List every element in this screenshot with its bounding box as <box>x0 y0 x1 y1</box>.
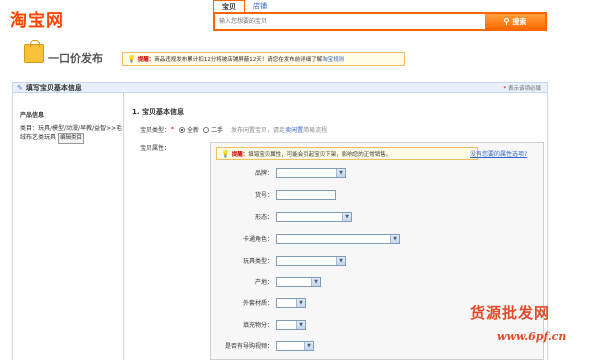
field-label: 卡通角色： <box>242 236 273 243</box>
field-brand: 品牌： ▼ <box>210 167 410 178</box>
required-legend-text: 表示该项必填 <box>507 85 541 92</box>
shape-select[interactable]: ▼ <box>276 211 352 222</box>
notice-text: 商品违规发布累计扣12分将被店铺屏蔽12天！请您在发布前详细了解 <box>154 57 323 63</box>
chevron-down-icon: ▼ <box>336 256 345 265</box>
radio-used[interactable] <box>203 126 210 133</box>
missing-attribute-link[interactable]: 没有您要的属性选项? <box>470 149 527 158</box>
field-filling: 填充物分： ▼ <box>210 319 410 330</box>
field-label: 货号： <box>254 192 273 199</box>
origin-select[interactable]: ▼ <box>276 276 321 287</box>
category-path: 类目：玩具/模型/动漫/早教/益智>>毛绒布艺类玩具 编辑类目 <box>20 124 124 144</box>
chevron-down-icon: ▼ <box>296 298 305 307</box>
brand-select[interactable]: ▼ <box>276 167 346 178</box>
idle-hint-tail: 简易流程 <box>303 127 328 134</box>
field-label: 产地： <box>254 279 273 286</box>
edit-category-button[interactable]: 编辑类目 <box>57 133 84 144</box>
chevron-down-icon: ▼ <box>342 212 351 221</box>
attributes-label: 宝贝属性： <box>140 145 171 152</box>
idle-hint-text: 发布闲置宝贝，请走 <box>231 127 286 134</box>
search-button[interactable]: ⚲ 搜索 <box>485 14 545 29</box>
required-legend: * 表示该项必填 <box>503 85 541 92</box>
taobao-logo[interactable]: 淘宝网 <box>10 6 64 31</box>
product-info-title: 产品信息 <box>20 112 45 119</box>
search-button-label: 搜索 <box>512 18 527 26</box>
tab-baobei[interactable]: 宝贝 <box>213 0 245 12</box>
filling-select[interactable]: ▼ <box>276 319 306 330</box>
search-icon: ⚲ <box>503 17 510 26</box>
field-origin: 产地： ▼ <box>210 276 410 287</box>
field-toy-type: 玩具类型： ▼ <box>210 255 410 266</box>
field-video: 是否有导购视频： ▼ <box>210 340 410 351</box>
lightbulb-icon: 💡 <box>221 149 230 158</box>
toy-type-select[interactable]: ▼ <box>276 255 346 266</box>
lightbulb-icon: 💡 <box>127 55 136 63</box>
field-label: 玩具类型： <box>242 258 273 265</box>
field-label: 填充物分： <box>242 322 273 329</box>
rules-notice: 💡 提醒： 商品违规发布累计扣12分将被店铺屏蔽12天！请您在发布前详细了解 淘… <box>122 52 405 66</box>
field-shape: 形态： ▼ <box>210 211 410 222</box>
field-character: 卡通角色： ▼ <box>210 233 410 244</box>
attr-notice-text: 填错宝贝属性，可能会引起宝贝下架，影响您的正常销售。 <box>248 151 392 158</box>
chevron-down-icon: ▼ <box>390 234 399 243</box>
idle-link[interactable]: 卖闲置 <box>285 127 303 134</box>
chevron-down-icon: ▼ <box>311 277 320 286</box>
chevron-down-icon: ▼ <box>296 320 305 329</box>
radio-used-label: 二手 <box>211 127 224 134</box>
item-no-input[interactable] <box>276 189 336 200</box>
basic-info-title: 1. 宝贝基本信息 <box>132 108 184 116</box>
page-title: 一口价发布 <box>48 52 103 65</box>
field-label: 品牌： <box>254 170 273 177</box>
field-label: 是否有导购视频： <box>224 343 273 350</box>
field-material: 外套材质： ▼ <box>210 297 410 308</box>
field-label: 形态： <box>254 214 273 221</box>
radio-new[interactable] <box>179 126 186 133</box>
search-box: ⚲ 搜索 <box>213 12 547 31</box>
attributes-notice: 💡 提醒： 填错宝贝属性，可能会引起宝贝下架，影响您的正常销售。 <box>216 147 478 160</box>
edit-icon: ✎ <box>17 83 23 92</box>
field-item-no: 货号： <box>210 189 410 200</box>
chevron-down-icon: ▼ <box>336 168 345 177</box>
chevron-down-icon: ▼ <box>304 341 313 350</box>
radio-new-label: 全新 <box>187 127 200 134</box>
item-type-label: 宝贝类型： <box>140 127 171 134</box>
search-tabs: 宝贝 店铺 <box>213 0 275 12</box>
attr-notice-label: 提醒： <box>231 151 249 158</box>
required-star: * <box>171 126 175 133</box>
field-label: 外套材质： <box>242 300 273 307</box>
tab-shop[interactable]: 店铺 <box>245 0 275 12</box>
search-input[interactable] <box>217 16 487 27</box>
watermark-url: www.6pf.cn <box>497 330 567 343</box>
section-title: 填写宝贝基本信息 <box>25 83 82 92</box>
watermark-title: 货源批发网 <box>470 304 551 322</box>
video-select[interactable]: ▼ <box>276 340 314 351</box>
idle-hint: 发布闲置宝贝，请走卖闲置简易流程 <box>231 125 327 134</box>
material-select[interactable]: ▼ <box>276 297 306 308</box>
shopping-bag-icon <box>24 40 44 63</box>
character-select[interactable]: ▼ <box>276 233 400 244</box>
notice-label: 提醒： <box>137 57 155 63</box>
item-type-row: 宝贝类型： * 全新 二手 发布闲置宝贝，请走卖闲置简易流程 <box>140 125 327 134</box>
rules-link[interactable]: 淘宝规则 <box>322 55 344 63</box>
section-header: ✎ 填写宝贝基本信息 * 表示该项必填 <box>12 82 548 93</box>
